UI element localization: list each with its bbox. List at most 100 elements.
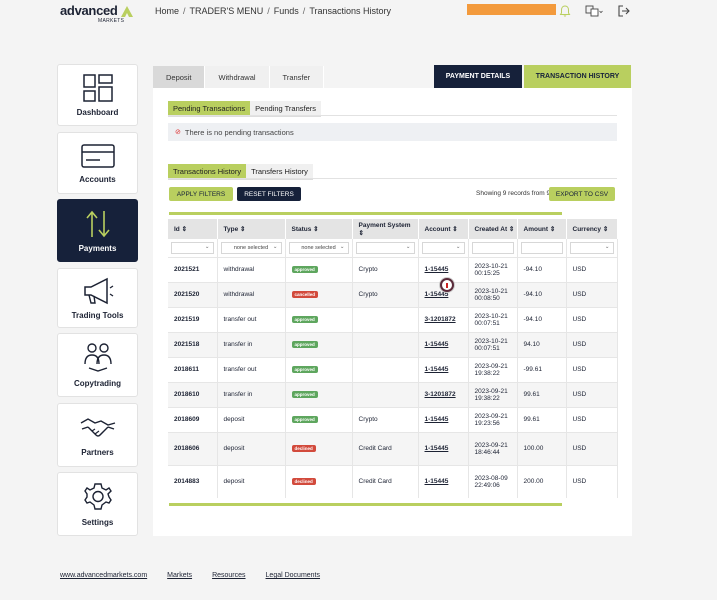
row-amount: 99.61	[523, 391, 540, 398]
sidebar-item-copytrading[interactable]: Copytrading	[57, 333, 138, 397]
col-header-created-at[interactable]: Created At ⇕	[468, 219, 518, 239]
col-header-currency[interactable]: Currency ⇕	[566, 219, 618, 239]
col-header-payment-system[interactable]: Payment System ⇕	[352, 219, 419, 239]
payment-system-filter[interactable]: ⌄	[355, 241, 415, 254]
cell-payment-system: Crypto	[352, 256, 419, 282]
currency-filter[interactable]: ⌄	[569, 241, 614, 254]
account-link[interactable]: 1-15445	[425, 478, 449, 485]
row-type: deposit	[223, 478, 245, 486]
bell-icon[interactable]	[558, 4, 572, 18]
breadcrumb-traders-menu[interactable]: TRADER'S MENU	[190, 6, 264, 16]
col-header-status[interactable]: Status ⇕	[285, 219, 353, 239]
sidebar-item-partners[interactable]: Partners	[57, 403, 138, 467]
cell-amount: -94.10	[517, 256, 567, 282]
account-link[interactable]: 1-15445	[425, 445, 449, 452]
cell-type: deposit	[217, 431, 286, 465]
breadcrumb-funds[interactable]: Funds	[274, 6, 299, 16]
cell-id: 2021519	[168, 306, 218, 332]
filter-cell: none selected ⌄	[285, 239, 353, 257]
row-currency: USD	[572, 291, 587, 298]
col-header-account[interactable]: Account ⇕	[418, 219, 469, 239]
id-filter[interactable]: ⌄	[171, 241, 214, 254]
row-time: 00:08:50	[474, 294, 500, 302]
table-row[interactable]: 2018609 deposit approved Crypto 1-15445 2023-…	[168, 406, 618, 432]
apply-filters-button[interactable]: APPLY FILTERS	[169, 187, 233, 201]
filter-cell: ⌄	[352, 239, 419, 257]
account-link[interactable]: 1-15445	[425, 291, 449, 298]
reset-filters-button[interactable]: RESET FILTERS	[237, 187, 301, 201]
sidebar-item-dashboard[interactable]: Dashboard	[57, 64, 138, 126]
row-type: transfer in	[223, 391, 253, 398]
export-csv-button[interactable]: EXPORT TO CSV	[549, 187, 615, 201]
filter-row: ⌄ none selected ⌄ none selected ⌄ ⌄ ⌄ ⌄	[168, 239, 618, 257]
cell-currency: USD	[566, 431, 618, 465]
table-row[interactable]: 2021518 transfer in approved 1-15445 2023-10…	[168, 331, 618, 357]
col-header-type[interactable]: Type ⇕	[217, 219, 286, 239]
row-type: transfer in	[223, 341, 253, 348]
tab-withdrawal[interactable]: Withdrawal	[205, 66, 270, 88]
tab-deposit[interactable]: Deposit	[153, 66, 206, 88]
records-count: Showing 9 records from 9	[476, 190, 551, 197]
row-date: 2023-10-21	[474, 337, 508, 345]
cell-payment-system: Credit Card	[352, 464, 419, 498]
cell-created-at: 2023-09-21 19:23:56	[468, 406, 518, 432]
tab-payment-details[interactable]: PAYMENT DETAILS	[434, 65, 522, 88]
created-at-filter[interactable]	[471, 241, 514, 254]
status-badge: approved	[291, 341, 318, 348]
sidebar-item-trading-tools[interactable]: Trading Tools	[57, 268, 138, 328]
account-link[interactable]: 3-1201872	[425, 316, 456, 323]
footer-link-markets[interactable]: Markets	[167, 572, 192, 579]
row-id: 2021518	[174, 341, 200, 348]
logo[interactable]: advanced MARKETS	[60, 4, 134, 24]
status-filter[interactable]: none selected ⌄	[288, 241, 349, 254]
sidebar-item-accounts[interactable]: Accounts	[57, 132, 138, 194]
table-row[interactable]: 2018611 transfer out approved 1-15445 2023-0…	[168, 356, 618, 382]
cell-created-at: 2023-09-21 19:38:22	[468, 356, 518, 382]
table-row[interactable]: 2021521 withdrawal approved Crypto 1-15445 20…	[168, 256, 618, 282]
row-date: 2023-09-21	[474, 412, 508, 420]
cell-amount: -94.10	[517, 306, 567, 332]
transactions-table: Id ⇕ Type ⇕ Status ⇕ Payment System ⇕ Ac…	[168, 219, 618, 498]
footer-link-legal[interactable]: Legal Documents	[266, 572, 320, 579]
status-badge: approved	[291, 416, 318, 423]
table-row[interactable]: 2018610 transfer in approved 3-1201872 2023-…	[168, 381, 618, 407]
account-link[interactable]: 1-15445	[425, 266, 449, 273]
sidebar-item-payments[interactable]: Payments	[57, 199, 138, 262]
row-currency: USD	[572, 391, 587, 398]
translate-icon[interactable]	[585, 4, 603, 18]
breadcrumb: Home / TRADER'S MENU / Funds / Transacti…	[155, 6, 391, 16]
cell-account: 1-15445	[418, 431, 469, 465]
tab-transaction-history[interactable]: TRANSACTION HISTORY	[524, 65, 631, 88]
cell-id: 2018611	[168, 356, 218, 382]
breadcrumb-home[interactable]: Home	[155, 6, 179, 16]
tab-transfer[interactable]: Transfer	[269, 66, 325, 88]
status-filter-value: none selected	[301, 244, 336, 251]
col-header-id[interactable]: Id ⇕	[168, 219, 218, 239]
cell-currency: USD	[566, 464, 618, 498]
table-row[interactable]: 2021519 transfer out approved 3-1201872 2023…	[168, 306, 618, 332]
table-row[interactable]: 2021520 withdrawal cancelled Crypto 1-15445 2…	[168, 281, 618, 307]
col-header-amount[interactable]: Amount ⇕	[517, 219, 567, 239]
cell-status: approved	[285, 306, 353, 332]
account-filter[interactable]: ⌄	[421, 241, 465, 254]
footer-link-website[interactable]: www.advancedmarkets.com	[60, 572, 147, 579]
cell-type: withdrawal	[217, 256, 286, 282]
logout-icon[interactable]	[617, 4, 631, 18]
amount-filter[interactable]	[520, 241, 563, 254]
cell-amount: 94.10	[517, 331, 567, 357]
row-currency: USD	[572, 366, 587, 373]
account-link[interactable]: 1-15445	[425, 341, 449, 348]
sidebar-item-settings[interactable]: Settings	[57, 472, 138, 536]
table-row[interactable]: 2014883 deposit declined Credit Card 1-15445…	[168, 464, 618, 498]
account-link[interactable]: 1-15445	[425, 366, 449, 373]
type-filter[interactable]: none selected ⌄	[220, 241, 282, 254]
account-link[interactable]: 1-15445	[425, 416, 449, 423]
account-link[interactable]: 3-1201872	[425, 391, 456, 398]
row-id: 2018611	[174, 366, 199, 373]
table-row[interactable]: 2018606 deposit declined Credit Card 1-15445…	[168, 431, 618, 465]
row-payment-system: Crypto	[358, 266, 378, 273]
cell-account: 3-1201872	[418, 381, 469, 407]
cell-currency: USD	[566, 356, 618, 382]
cell-payment-system	[352, 356, 419, 382]
footer-link-resources[interactable]: Resources	[212, 572, 245, 579]
